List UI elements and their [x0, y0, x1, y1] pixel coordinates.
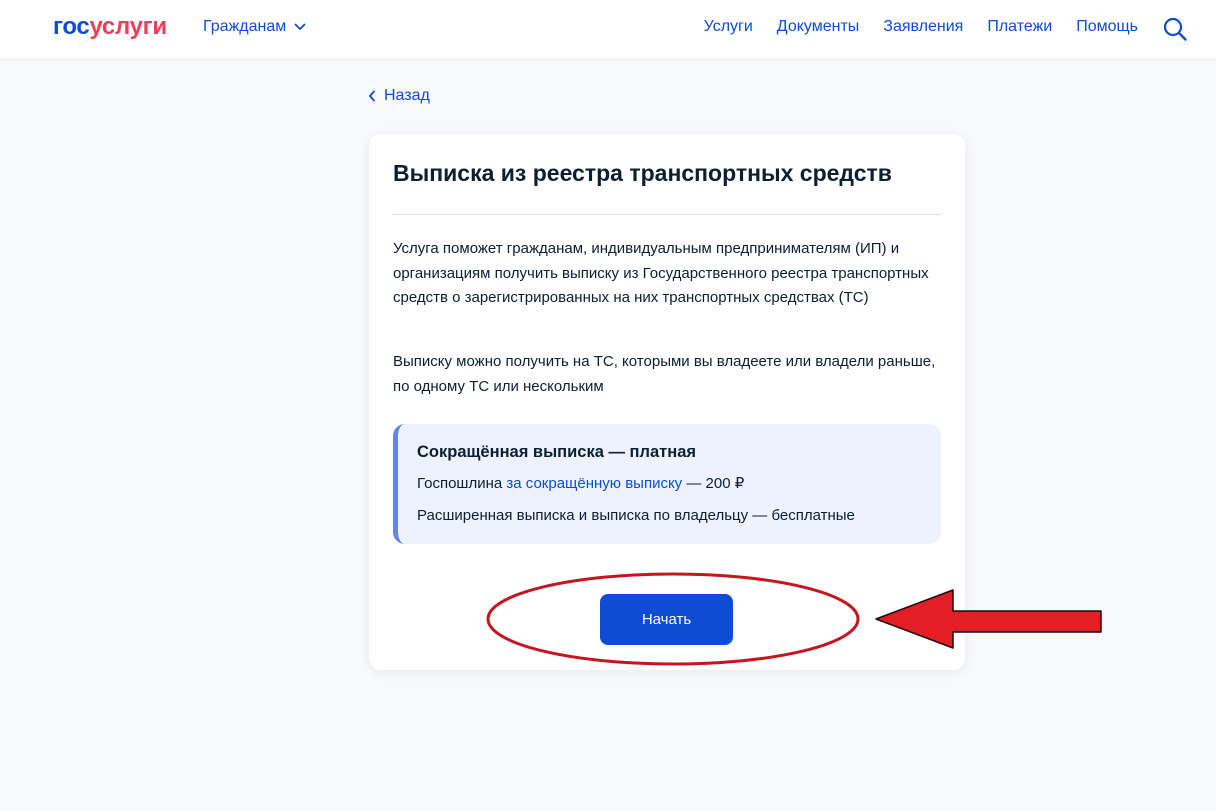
nav-dokumenty[interactable]: Документы — [777, 18, 859, 36]
nav-zayavleniya[interactable]: Заявления — [883, 18, 963, 36]
nav-pomosch[interactable]: Помощь — [1076, 18, 1138, 36]
main-nav: Услуги Документы Заявления Платежи Помощ… — [704, 18, 1138, 36]
chevron-left-icon — [369, 90, 375, 102]
search-button[interactable] — [1162, 16, 1188, 42]
chevron-down-icon — [294, 23, 306, 31]
fee-link[interactable]: за сокращённую выписку — [506, 475, 682, 492]
fee-amount: — 200 ₽ — [682, 475, 745, 492]
logo-part-gos: гос — [53, 13, 90, 40]
fee-info-title: Сокращённая выписка — платная — [417, 443, 697, 461]
service-description: Услуга поможет гражданам, индивидуальным… — [393, 240, 929, 306]
service-scope-note: Выписку можно получить на ТС, которыми в… — [393, 353, 936, 395]
nav-platezhi[interactable]: Платежи — [987, 18, 1052, 36]
site-header: госуслуги Гражданам Услуги Документы Зая… — [0, 0, 1216, 60]
logo-part-uslugi: услуги — [89, 13, 167, 40]
free-note: Расширенная выписка и выписка по владель… — [417, 507, 855, 524]
back-label: Назад — [384, 87, 430, 104]
nav-uslugi[interactable]: Услуги — [704, 18, 753, 36]
divider — [393, 214, 941, 215]
fee-prefix: Госпошлина — [417, 475, 503, 492]
fee-info-block: Сокращённая выписка — платная Госпошлина… — [393, 424, 941, 544]
start-button[interactable]: Начать — [600, 594, 733, 645]
back-link[interactable]: Назад — [368, 87, 430, 105]
gosuslugi-logo[interactable]: госуслуги — [53, 13, 167, 41]
search-icon — [1163, 17, 1187, 41]
fee-line: Госпошлина за сокращённую выписку — 200 … — [417, 473, 922, 495]
page-title: Выписка из реестра транспортных средств — [393, 160, 892, 186]
service-card: Выписка из реестра транспортных средств … — [369, 134, 965, 670]
audience-dropdown[interactable]: Гражданам — [203, 18, 306, 36]
audience-label: Гражданам — [203, 18, 287, 35]
